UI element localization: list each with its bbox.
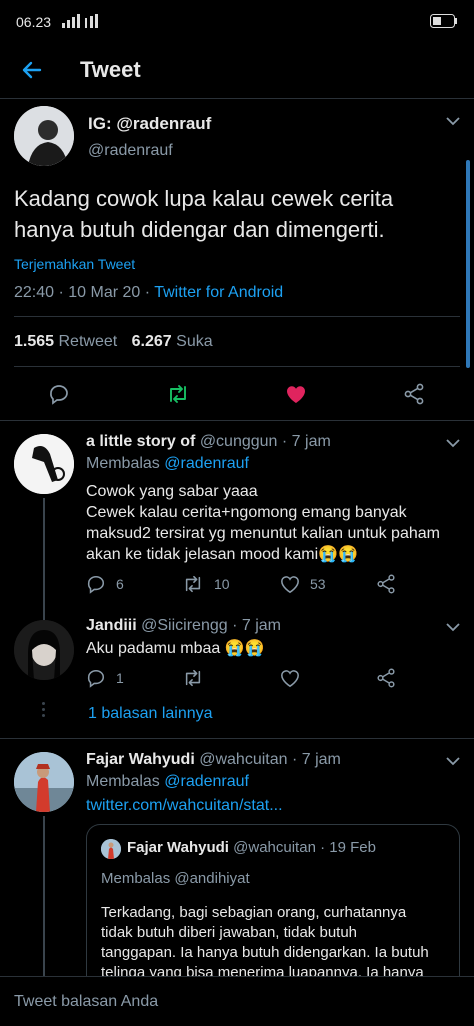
reply-time: · 7 jam (281, 433, 331, 450)
tweet-author-name[interactable]: IG: @radenrauf (88, 114, 211, 134)
reply-author-name[interactable]: Fajar Wahyudi (86, 751, 195, 768)
tweet-source[interactable]: Twitter for Android (154, 284, 283, 301)
retweet-label[interactable]: Retweet (59, 333, 118, 350)
like-button[interactable]: 53 (280, 574, 326, 594)
retweet-button[interactable] (182, 668, 214, 688)
page-title: Tweet (80, 57, 141, 82)
reply-author-handle[interactable]: @cunggun (200, 433, 278, 450)
tweet-time: 22:40 · 10 Mar 20 · (14, 284, 155, 301)
reply-author-name[interactable]: Jandiii (86, 617, 137, 634)
replying-to: Membalas @radenrauf (86, 455, 249, 473)
quoted-header: Fajar Wahyudi @wahcuitan · 19 Feb (127, 839, 376, 856)
quoted-author-name: Fajar Wahyudi (127, 839, 229, 856)
avatar[interactable] (14, 434, 74, 494)
quoted-tweet-card[interactable]: Fajar Wahyudi @wahcuitan · 19 Feb Membal… (86, 824, 460, 976)
reply-header: a little story of @cunggun · 7 jam (86, 433, 331, 451)
translate-link[interactable]: Terjemahkan Tweet (14, 256, 135, 272)
reply-text-line: maksud2 tersirat yg menuntut kalian untu… (86, 525, 440, 542)
status-bar: 06.23 (0, 0, 474, 44)
avatar (101, 839, 121, 859)
reply-text-line: Aku padamu mbaa 😭😭 (86, 640, 265, 657)
avatar[interactable] (14, 620, 74, 680)
quoted-text: Terkadang, bagi sebagian orang, curhatan… (101, 903, 429, 976)
reply-button[interactable]: 1 (86, 668, 124, 688)
share-icon[interactable] (376, 574, 396, 594)
section-divider (0, 738, 474, 739)
reply-author-handle[interactable]: @Siicirengg (141, 617, 228, 634)
avatar[interactable] (14, 106, 74, 166)
share-icon[interactable] (376, 668, 396, 688)
replying-to-handle[interactable]: @radenrauf (164, 455, 249, 472)
replying-to-handle[interactable]: @radenrauf (164, 773, 249, 790)
header: Tweet (0, 44, 474, 98)
reply-count: 1 (116, 670, 124, 686)
thread-line (43, 816, 45, 986)
reply-time: · 7 jam (291, 751, 341, 768)
scrollbar[interactable] (466, 160, 470, 368)
like-button[interactable] (280, 668, 310, 688)
tweet-text-line: hanya butuh didengar dan dimengerti. (14, 217, 385, 242)
section-divider (0, 420, 474, 421)
compose-bar (0, 976, 474, 1026)
quoted-replying-to: Membalas @andihiyat (101, 870, 250, 887)
quoted-text-line: tanggapan. Ia hanya butuh didengarkan. I… (101, 944, 429, 961)
reply-text: Aku padamu mbaa 😭😭 (86, 638, 265, 659)
reply-header: Fajar Wahyudi @wahcuitan · 7 jam (86, 751, 341, 769)
battery-icon (430, 14, 458, 33)
reply-text-line: Cowok yang sabar yaaa (86, 483, 258, 500)
tweet-text-line: Kadang cowok lupa kalau cewek cerita (14, 186, 394, 211)
stats-divider (14, 316, 460, 317)
tweet-text: Kadang cowok lupa kalau cewek cerita han… (14, 183, 393, 245)
retweet-button[interactable]: 10 (182, 574, 230, 594)
collapsed-thread-dots (42, 702, 45, 717)
like-icon[interactable] (285, 383, 307, 405)
back-arrow-icon[interactable] (20, 58, 44, 82)
quoted-time: · 19 Feb (320, 839, 376, 856)
tweet-link[interactable]: twitter.com/wahcuitan/stat... (86, 797, 283, 815)
reply-author-handle[interactable]: @wahcuitan (199, 751, 287, 768)
avatar[interactable] (14, 752, 74, 812)
retweet-count: 10 (214, 576, 230, 592)
reply-count: 6 (116, 576, 124, 592)
tweet-stats: 1.565 Retweet 6.267 Suka (14, 333, 213, 351)
share-icon[interactable] (403, 383, 425, 405)
quoted-text-line: telinga yang bisa menerima luapannya. Ia… (101, 964, 424, 976)
header-divider (0, 98, 474, 99)
chevron-down-icon[interactable] (446, 438, 460, 448)
chevron-down-icon[interactable] (446, 756, 460, 766)
like-count[interactable]: 6.267 (132, 333, 172, 350)
actions-divider (14, 366, 460, 367)
tweet-meta: 22:40 · 10 Mar 20 · Twitter for Android (14, 284, 283, 302)
reply-author-name[interactable]: a little story of (86, 433, 195, 450)
like-count: 53 (310, 576, 326, 592)
chevron-down-icon[interactable] (446, 116, 460, 126)
chevron-down-icon[interactable] (446, 622, 460, 632)
like-label[interactable]: Suka (176, 333, 212, 350)
reply-text-line: akan ke tidak jelasan mood kami😭😭 (86, 546, 358, 563)
replying-label: Membalas (86, 455, 160, 472)
replying-label: Membalas (86, 773, 160, 790)
tweet-author-handle[interactable]: @radenrauf (88, 142, 173, 160)
reply-button[interactable]: 6 (86, 574, 124, 594)
reply-input[interactable] (14, 989, 454, 1015)
reply-icon[interactable] (48, 383, 70, 405)
replying-to: Membalas @radenrauf (86, 773, 249, 791)
retweet-icon[interactable] (166, 383, 190, 405)
quoted-text-line: tidak butuh diberi jawaban, tidak butuh (101, 924, 358, 941)
signal-icon (62, 14, 102, 33)
quoted-text-line: Terkadang, bagi sebagian orang, curhatan… (101, 904, 407, 921)
status-time: 06.23 (16, 14, 52, 30)
quoted-author-handle: @wahcuitan (233, 839, 316, 856)
more-replies-link[interactable]: 1 balasan lainnya (88, 705, 213, 723)
reply-header: Jandiii @Siicirengg · 7 jam (86, 617, 281, 635)
reply-text: Cowok yang sabar yaaa Cewek kalau cerita… (86, 481, 440, 565)
thread-line (43, 498, 45, 622)
retweet-count[interactable]: 1.565 (14, 333, 54, 350)
reply-time: · 7 jam (232, 617, 281, 634)
reply-text-line: Cewek kalau cerita+ngomong emang banyak (86, 504, 407, 521)
